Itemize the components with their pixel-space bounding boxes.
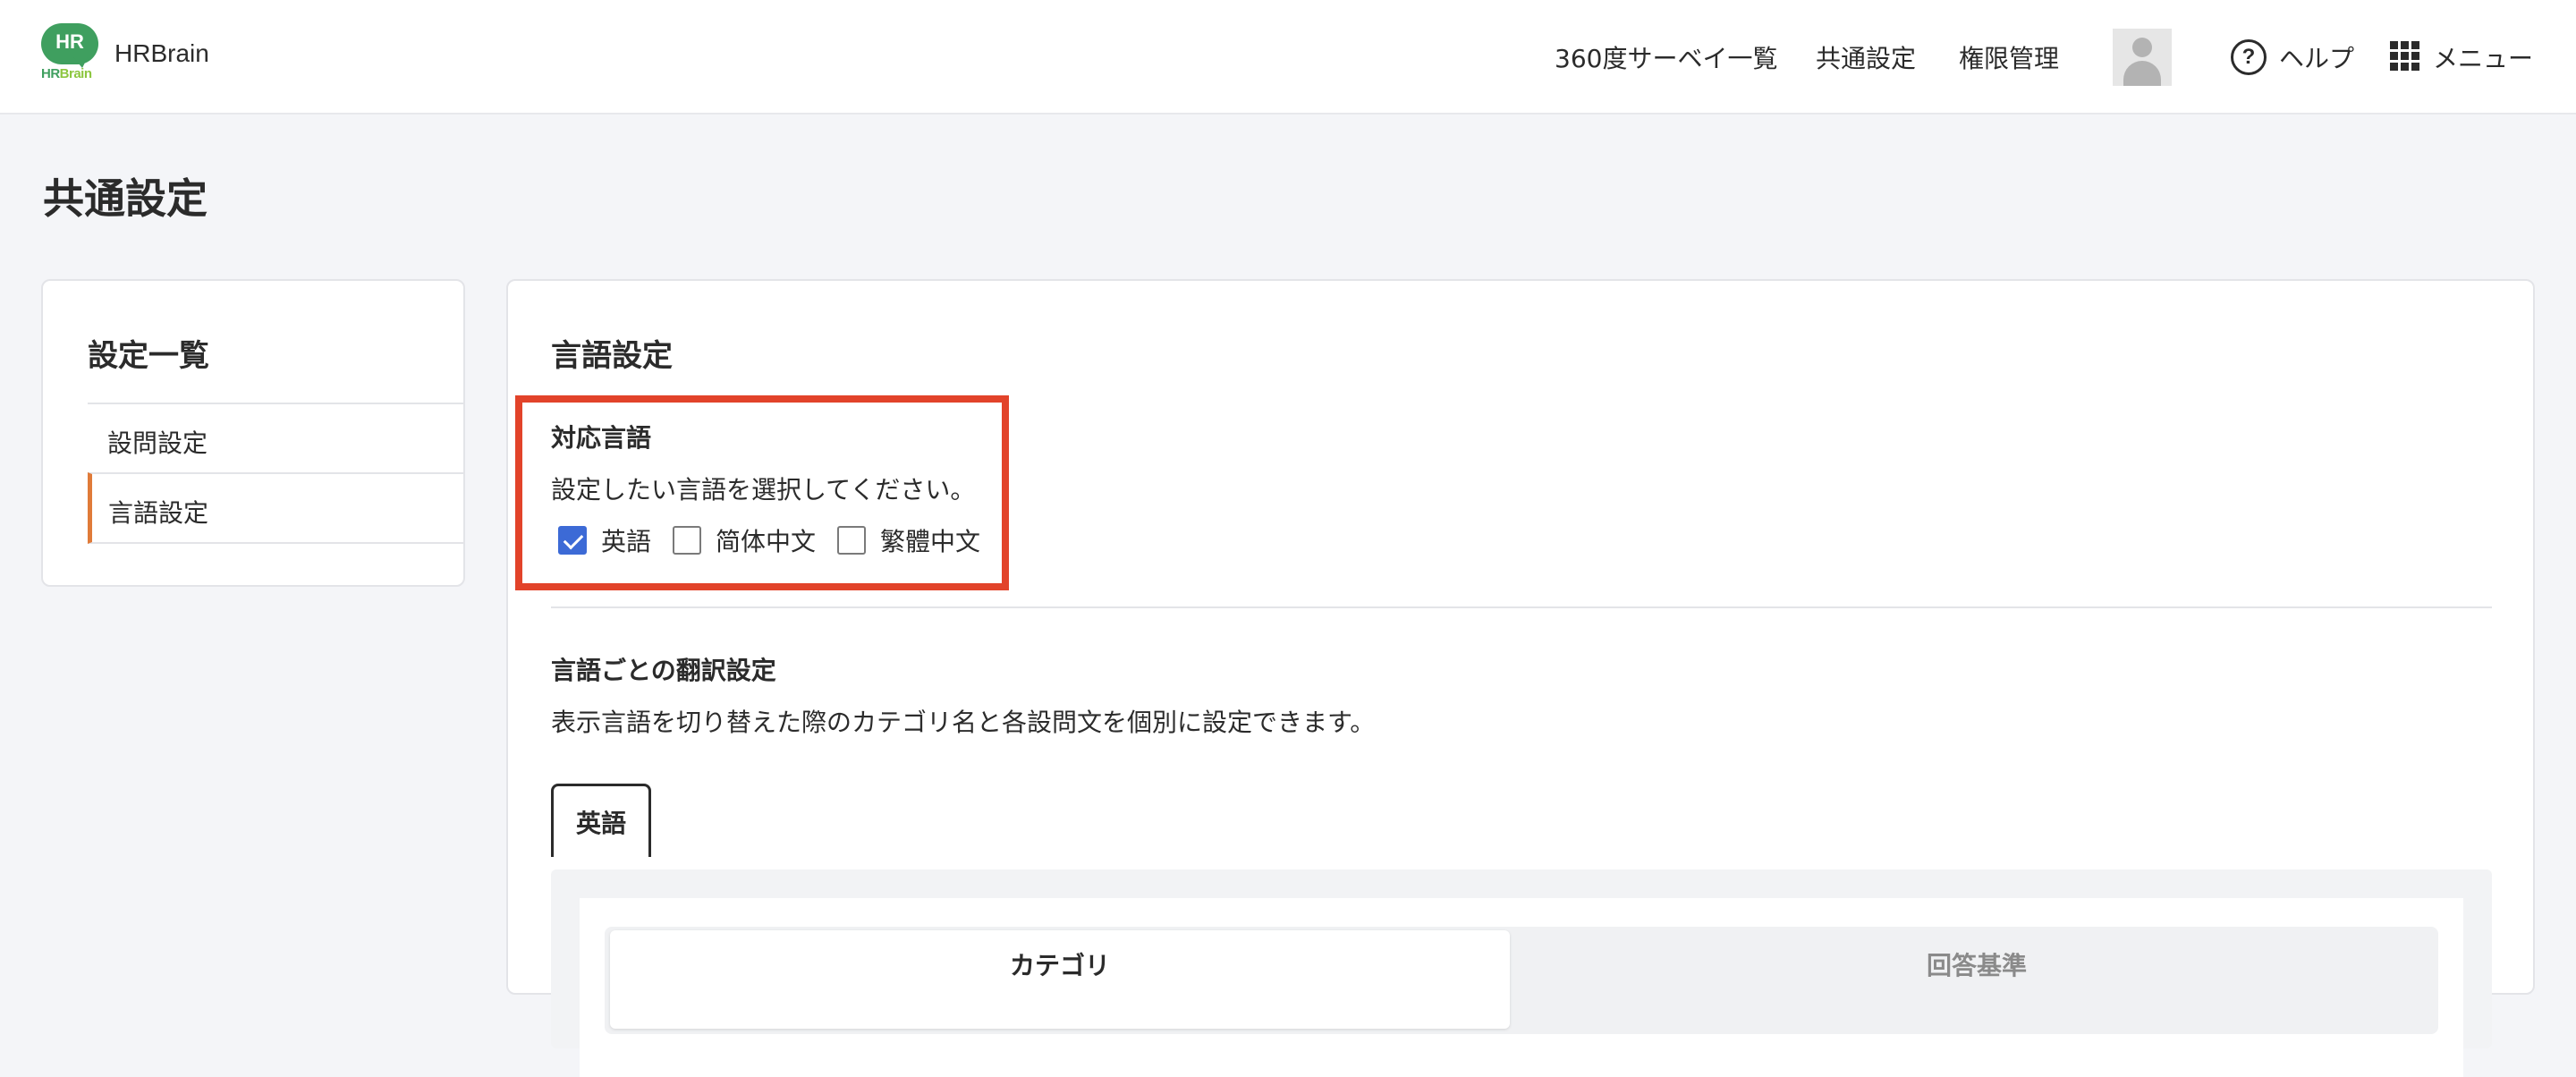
logo-wordmark-hr: HR [41,66,60,81]
logo-mark-text: HR [55,30,84,53]
checkbox-traditional-chinese[interactable] [837,526,866,555]
menu-link-label[interactable]: メニュー [2433,39,2533,75]
avatar-head-shape [2132,38,2152,57]
hrbrain-logo-icon[interactable]: HR HRBrain [41,21,104,84]
sidebar-item-question-settings[interactable]: 設問設定 [88,403,463,474]
brand-name[interactable]: HRBrain [114,39,209,68]
help-link-label[interactable]: ヘルプ [2279,39,2354,75]
nav-permission-management[interactable]: 権限管理 [1959,39,2059,75]
section-title: 言語設定 [551,338,673,374]
segment-category[interactable]: カテゴリ [610,930,1510,1029]
tab-english[interactable]: 英語 [551,784,651,857]
sidebar-title: 設定一覧 [88,338,209,374]
segment-control: カテゴリ 回答基準 [605,927,2438,1034]
user-avatar[interactable] [2113,29,2172,86]
avatar-body-shape [2123,61,2161,86]
checkbox-english-label[interactable]: 英語 [601,522,651,558]
checkbox-english[interactable] [558,526,587,555]
language-settings-card: 言語設定 対応言語 設定したい言語を選択してください。 英語 简体中文 繁體中文… [506,279,2535,1077]
settings-sidebar: 設定一覧 設問設定 言語設定 [41,279,465,587]
checkbox-traditional-chinese-label[interactable]: 繁體中文 [880,522,980,558]
page-title: 共通設定 [43,174,208,223]
translation-settings-title: 言語ごとの翻訳設定 [551,656,776,685]
translation-inner-panel: カテゴリ 回答基準 [580,898,2463,1077]
translation-tab-panel: カテゴリ 回答基準 [551,869,2492,1077]
nav-common-settings[interactable]: 共通設定 [1816,39,1916,75]
segment-answer-criteria[interactable]: 回答基準 [1521,930,2433,1029]
translation-settings-description: 表示言語を切り替えた際のカテゴリ名と各設問文を個別に設定できます。 [551,708,1376,737]
help-icon[interactable]: ? [2231,39,2267,75]
tab-english-label: 英語 [575,809,626,838]
sidebar-item-label: 設問設定 [107,428,208,458]
sidebar-item-label: 言語設定 [108,498,209,528]
section-divider [551,606,2492,608]
checkbox-simplified-chinese[interactable] [673,526,701,555]
nav-survey-list[interactable]: 360度サーベイ一覧 [1555,39,1777,75]
supported-languages-description: 設定したい言語を選択してください。 [551,475,976,505]
menu-grid-icon[interactable] [2390,41,2420,72]
logo-wordmark-brain: Brain [59,66,92,81]
sidebar-item-language-settings[interactable]: 言語設定 [88,472,463,544]
checkbox-simplified-chinese-label[interactable]: 简体中文 [716,522,816,558]
logo-wordmark: HRBrain [41,66,104,81]
supported-languages-title: 対応言語 [551,423,652,453]
top-header: HR HRBrain HRBrain 360度サーベイ一覧 共通設定 権限管理 … [0,0,2576,114]
